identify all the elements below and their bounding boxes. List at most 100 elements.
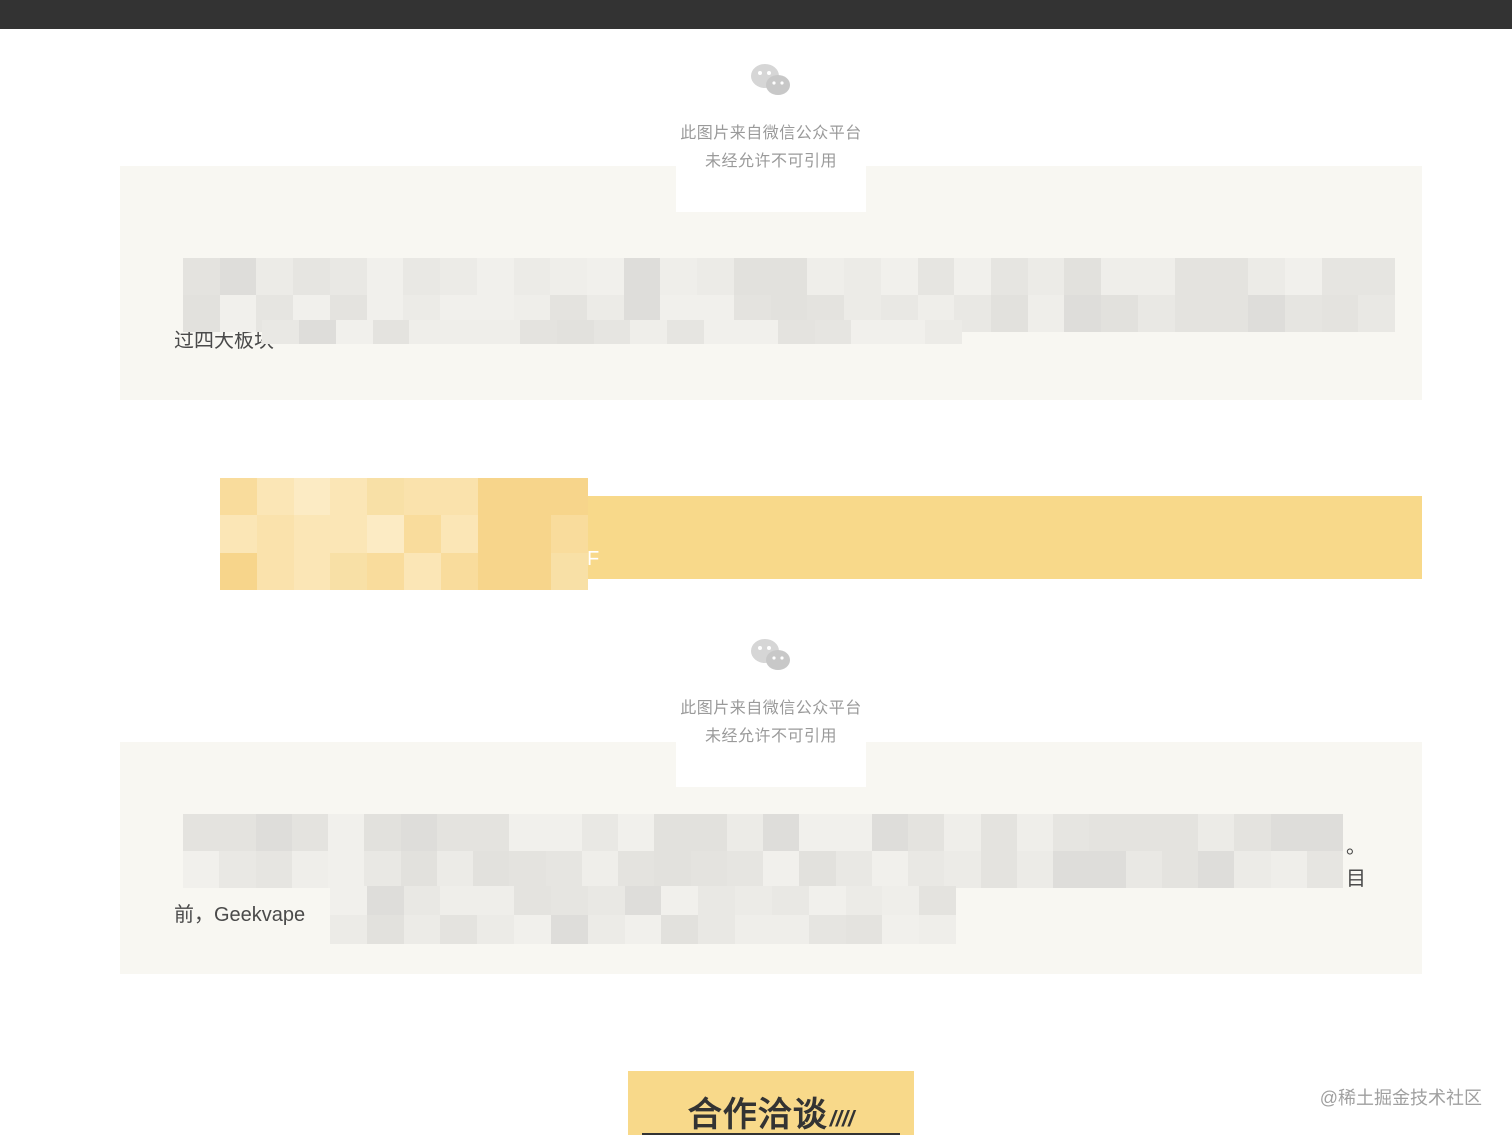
image-placeholder: 此图片来自微信公众平台 未经允许不可引用 — [676, 60, 866, 212]
mosaic-cell — [624, 886, 662, 915]
mosaic-cell — [667, 320, 705, 344]
mosaic-cell — [440, 478, 478, 516]
mosaic-cell — [519, 320, 557, 344]
mosaic-cell — [293, 552, 331, 590]
mosaic-cell — [440, 258, 477, 295]
cooperation-button-label: 合作洽谈 — [687, 1096, 828, 1134]
mosaic-cell — [330, 478, 368, 516]
mosaic-cell — [514, 478, 552, 516]
mosaic-cell — [919, 915, 956, 944]
mosaic-cell — [556, 320, 594, 344]
mosaic-cell — [733, 258, 771, 295]
mosaic-cell — [255, 851, 292, 888]
mosaic-cell — [799, 814, 836, 851]
top-bar — [0, 0, 1512, 29]
cooperation-button[interactable]: 合作洽谈//// — [628, 1071, 914, 1135]
mosaic-cell — [1321, 258, 1359, 295]
mosaic-cell — [364, 814, 401, 851]
mosaic-cell — [770, 258, 808, 295]
mosaic-cell — [403, 915, 441, 944]
mosaic-cell — [990, 295, 1028, 332]
mosaic-cell — [1284, 258, 1322, 295]
mosaic-cell — [1101, 258, 1138, 295]
mosaic-cell — [777, 320, 815, 344]
mosaic-cell — [473, 814, 510, 851]
mosaic-cell — [473, 851, 510, 888]
mosaic-cell — [330, 886, 367, 915]
mosaic-cell — [328, 814, 365, 851]
mosaic-cell — [908, 851, 945, 888]
mosaic-cell — [1027, 258, 1065, 295]
mosaic-cell — [255, 814, 292, 851]
mosaic-cell — [808, 886, 846, 915]
mosaic-cell — [545, 851, 582, 888]
mosaic-cell — [291, 851, 328, 888]
mosaic-cell — [740, 320, 778, 344]
pixelated-banner-title — [220, 478, 588, 590]
mosaic-cell — [704, 320, 741, 344]
mosaic-cell — [293, 478, 331, 516]
mosaic-cell — [440, 886, 478, 915]
mosaic-cell — [1248, 295, 1285, 332]
mosaic-cell — [262, 320, 299, 344]
mosaic-cell — [403, 515, 441, 553]
mosaic-cell — [1174, 258, 1212, 295]
mosaic-cell — [944, 851, 981, 888]
mosaic-cell — [1306, 814, 1343, 851]
mosaic-cell — [477, 515, 515, 553]
mosaic-cell — [183, 295, 220, 332]
site-watermark: @稀土掘金技术社区 — [1319, 1088, 1482, 1108]
mosaic-cell — [514, 886, 551, 915]
mosaic-cell — [293, 258, 330, 295]
mosaic-cell — [925, 320, 962, 344]
mosaic-cell — [545, 814, 582, 851]
mosaic-cell — [630, 320, 668, 344]
mosaic-cell — [403, 478, 441, 516]
mosaic-cell — [871, 851, 908, 888]
wechat-icon — [751, 64, 790, 95]
mosaic-cell — [514, 515, 552, 553]
mosaic-cell — [690, 814, 727, 851]
mosaic-cell — [835, 814, 872, 851]
paragraph-text: 前，Geekvape — [174, 904, 306, 926]
mosaic-cell — [726, 814, 763, 851]
mosaic-cell — [763, 814, 800, 851]
banner-text-fragment: F — [587, 548, 600, 570]
decorative-slashes: //// — [829, 1106, 855, 1131]
placeholder-caption-line2: 未经允许不可引用 — [704, 728, 837, 745]
mosaic-cell — [593, 320, 631, 344]
mosaic-cell — [551, 515, 588, 553]
mosaic-cell — [888, 320, 926, 344]
mosaic-cell — [219, 814, 256, 851]
mosaic-cell — [366, 915, 404, 944]
mosaic-cell — [587, 886, 625, 915]
section-banner — [588, 496, 1422, 579]
mosaic-cell — [477, 886, 515, 915]
mosaic-cell — [581, 851, 618, 888]
image-placeholder: 此图片来自微信公众平台 未经允许不可引用 — [676, 635, 866, 787]
mosaic-cell — [367, 478, 404, 516]
mosaic-cell — [291, 814, 328, 851]
mosaic-cell — [1248, 258, 1285, 295]
mosaic-cell — [698, 915, 736, 944]
mosaic-cell — [183, 258, 220, 295]
mosaic-cell — [436, 851, 473, 888]
mosaic-cell — [514, 915, 551, 944]
mosaic-cell — [990, 258, 1028, 295]
mosaic-cell — [835, 851, 872, 888]
mosaic-cell — [403, 258, 441, 295]
mosaic-cell — [476, 258, 514, 295]
mosaic-cell — [1284, 295, 1322, 332]
mosaic-cell — [917, 258, 955, 295]
mosaic-cell — [618, 851, 655, 888]
pixelated-text-block — [330, 886, 956, 944]
mosaic-cell — [403, 552, 441, 590]
mosaic-cell — [1174, 295, 1212, 332]
mosaic-cell — [814, 320, 852, 344]
mosaic-cell — [698, 886, 736, 915]
mosaic-cell — [1161, 814, 1198, 851]
mosaic-cell — [1270, 814, 1307, 851]
mosaic-cell — [1234, 851, 1271, 888]
mosaic-cell — [220, 515, 257, 553]
mosaic-cell — [980, 851, 1017, 888]
